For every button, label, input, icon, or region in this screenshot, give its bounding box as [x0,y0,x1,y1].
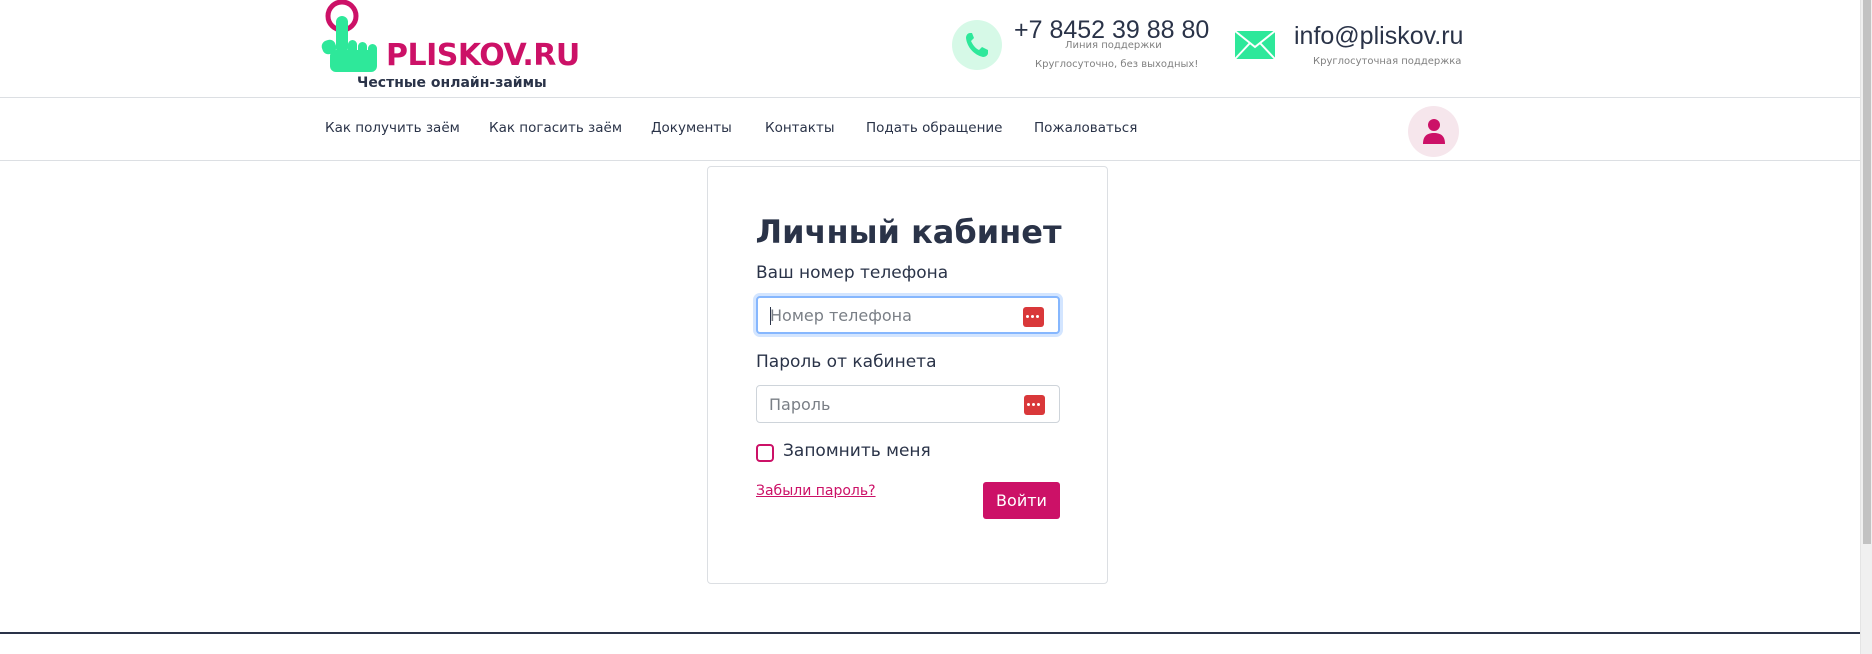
user-icon [1423,119,1445,144]
phone-field-label: Ваш номер телефона [756,263,949,283]
page-title: Личный кабинет [755,213,1062,251]
password-field-label: Пароль от кабинета [756,352,937,372]
forgot-password-link[interactable]: Забыли пароль? [756,483,876,499]
site-header: PLISKOV.RU Честные онлайн-займы +7 8452 … [0,0,1860,97]
password-input[interactable] [769,386,1009,422]
phone-input[interactable] [770,298,1010,332]
login-button[interactable]: Войти [983,482,1060,519]
vertical-scrollbar[interactable] [1860,0,1872,654]
site-logo[interactable]: PLISKOV.RU Честные онлайн-займы [318,0,580,97]
main-nav: Как получить заём Как погасить заём Доку… [0,97,1860,161]
user-account-button[interactable] [1408,106,1459,157]
logo-tagline: Честные онлайн-займы [357,75,547,91]
email-link[interactable]: info@pliskov.ru [1294,22,1463,51]
remember-checkbox[interactable] [756,444,774,462]
pointing-hand-icon [320,0,380,76]
text-caret [770,307,771,325]
password-manager-icon[interactable] [1024,395,1045,415]
logo-text: PLISKOV.RU [386,38,580,73]
nav-item-contacts[interactable]: Контакты [765,120,834,136]
phone-contact: +7 8452 39 88 80 Линия поддержки Круглос… [952,16,1222,76]
nav-item-documents[interactable]: Документы [651,120,732,136]
phone-icon[interactable] [952,20,1002,70]
login-card: Личный кабинет Ваш номер телефона Пароль… [707,166,1108,584]
phone-field[interactable] [756,296,1060,334]
phone-line-caption: Линия поддержки [1065,40,1162,51]
password-manager-icon[interactable] [1023,307,1044,327]
email-contact: info@pliskov.ru Круглосуточная поддержка [1234,20,1494,80]
nav-item-repay-loan[interactable]: Как погасить заём [489,120,622,136]
nav-item-get-loan[interactable]: Как получить заём [325,120,460,136]
password-field[interactable] [756,385,1060,423]
scrollbar-thumb[interactable] [1863,0,1871,544]
nav-item-submit-request[interactable]: Подать обращение [866,120,1002,136]
footer-divider [0,632,1860,634]
phone-hours-caption: Круглосуточно, без выходных! [1035,59,1199,70]
email-caption: Круглосуточная поддержка [1313,56,1462,67]
remember-label[interactable]: Запомнить меня [783,441,931,461]
envelope-icon[interactable] [1234,30,1276,64]
page: PLISKOV.RU Честные онлайн-займы +7 8452 … [0,0,1872,654]
nav-item-complain[interactable]: Пожаловаться [1034,120,1137,136]
